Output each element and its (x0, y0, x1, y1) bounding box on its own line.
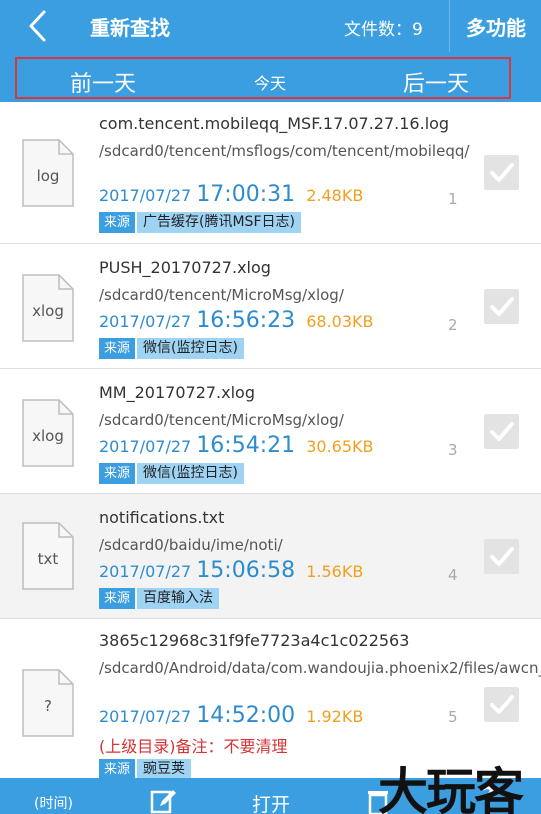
day-navigation-bar: 前一天 今天 后一天 (0, 52, 541, 102)
app-header: 重新查找 文件数：9 多功能 (0, 0, 541, 52)
source-name: 广告缓存(腾讯MSF日志) (137, 212, 301, 233)
file-row[interactable]: xlog MM_20170727.xlog /sdcard0/tencent/M… (0, 369, 541, 494)
file-meta: 2017/07/27 15:06:58 1.56KB (99, 558, 363, 584)
file-meta: 2017/07/27 17:00:31 2.48KB (99, 182, 363, 208)
next-day-button[interactable]: 后一天 (403, 66, 469, 98)
edit-button[interactable] (150, 788, 176, 814)
source-name: 微信(监控日志) (137, 338, 244, 359)
file-time: 15:06:58 (196, 558, 296, 583)
source-name: 微信(监控日志) (137, 463, 244, 484)
file-size: 2.48KB (306, 186, 364, 205)
source-label: 来源 (99, 759, 136, 778)
file-note: (上级目录)备注：不要清理 (99, 737, 288, 756)
file-name: com.tencent.mobileqq_MSF.17.07.27.16.log (99, 114, 450, 133)
file-type-icon: xlog (22, 274, 74, 342)
file-type-label: xlog (32, 302, 64, 320)
file-row[interactable]: xlog PUSH_20170727.xlog /sdcard0/tencent… (0, 244, 541, 369)
file-time: 14:52:00 (196, 703, 296, 728)
file-name: MM_20170727.xlog (99, 383, 255, 402)
file-meta: 2017/07/27 14:52:00 1.92KB (99, 703, 363, 729)
file-path: /sdcard0/baidu/ime/noti/ (99, 536, 283, 554)
file-size: 68.03KB (306, 312, 374, 331)
check-icon (490, 695, 514, 714)
source-label: 来源 (99, 588, 136, 609)
file-type-label: ? (44, 697, 52, 715)
source-name: 豌豆荚 (137, 759, 192, 778)
file-type-label: txt (37, 550, 59, 568)
row-checkbox[interactable] (484, 155, 519, 190)
header-divider (449, 0, 450, 52)
file-source: 来源 百度输入法 (99, 588, 220, 609)
file-meta: 2017/07/27 16:56:23 68.03KB (99, 308, 374, 334)
previous-day-button[interactable]: 前一天 (70, 66, 136, 98)
file-source: 来源 微信(监控日志) (99, 463, 244, 484)
file-type-icon: ? (22, 669, 74, 737)
row-checkbox[interactable] (484, 414, 519, 449)
file-type-icon: txt (22, 522, 74, 590)
file-name: notifications.txt (99, 508, 225, 527)
row-index: 1 (448, 190, 458, 208)
file-date: 2017/07/27 (99, 437, 192, 456)
file-path: /sdcard0/Android/data/com.wandoujia.phoe… (99, 659, 541, 677)
chevron-left-icon (29, 10, 46, 42)
file-date: 2017/07/27 (99, 562, 192, 581)
research-button[interactable]: 重新查找 (90, 12, 170, 41)
file-time: 16:56:23 (196, 308, 296, 333)
file-size: 1.56KB (306, 562, 364, 581)
file-size: 1.92KB (306, 707, 364, 726)
back-button[interactable] (24, 8, 54, 44)
file-time: 17:00:31 (196, 182, 296, 207)
file-path: /sdcard0/tencent/MicroMsg/xlog/ (99, 411, 344, 429)
today-button[interactable]: 今天 (254, 70, 286, 94)
row-index: 5 (448, 708, 458, 726)
file-source: 来源 豌豆荚 (99, 759, 192, 778)
row-index: 2 (448, 316, 458, 334)
file-list[interactable]: log com.tencent.mobileqq_MSF.17.07.27.16… (0, 102, 541, 778)
file-date: 2017/07/27 (99, 707, 192, 726)
file-meta: 2017/07/27 16:54:21 30.65KB (99, 433, 374, 459)
open-button[interactable]: 打开 (252, 790, 290, 814)
file-path: /sdcard0/tencent/msflogs/com/tencent/mob… (99, 142, 470, 160)
file-name: 3865c12968c31f9fe7723a4c1c022563 (99, 631, 410, 650)
source-label: 来源 (99, 463, 136, 484)
file-path: /sdcard0/tencent/MicroMsg/xlog/ (99, 286, 344, 304)
file-type-icon: xlog (22, 399, 74, 467)
file-source: 来源 微信(监控日志) (99, 338, 244, 359)
check-icon (490, 163, 514, 182)
row-checkbox[interactable] (484, 687, 519, 722)
row-index: 4 (448, 566, 458, 584)
file-row[interactable]: txt notifications.txt /sdcard0/baidu/ime… (0, 494, 541, 619)
file-type-label: xlog (32, 427, 64, 445)
more-functions-button[interactable]: 多功能 (466, 12, 526, 41)
file-type-label: log (36, 167, 60, 185)
file-type-icon: log (22, 139, 74, 207)
file-source: 来源 广告缓存(腾讯MSF日志) (99, 212, 301, 233)
file-name: PUSH_20170727.xlog (99, 258, 271, 277)
sort-by-time-button[interactable]: (时间) (34, 793, 73, 813)
source-label: 来源 (99, 212, 136, 233)
file-row[interactable]: log com.tencent.mobileqq_MSF.17.07.27.16… (0, 102, 541, 244)
row-checkbox[interactable] (484, 289, 519, 324)
check-icon (490, 547, 514, 566)
watermark-logo: 大玩客 (378, 763, 524, 814)
check-icon (490, 297, 514, 316)
file-size: 30.65KB (306, 437, 374, 456)
check-icon (490, 422, 514, 441)
file-count: 文件数：9 (344, 20, 423, 40)
file-time: 16:54:21 (196, 433, 296, 458)
file-date: 2017/07/27 (99, 186, 192, 205)
row-checkbox[interactable] (484, 539, 519, 574)
pencil-icon (150, 790, 176, 814)
row-index: 3 (448, 441, 458, 459)
source-name: 百度输入法 (137, 588, 220, 609)
source-label: 来源 (99, 338, 136, 359)
file-date: 2017/07/27 (99, 312, 192, 331)
